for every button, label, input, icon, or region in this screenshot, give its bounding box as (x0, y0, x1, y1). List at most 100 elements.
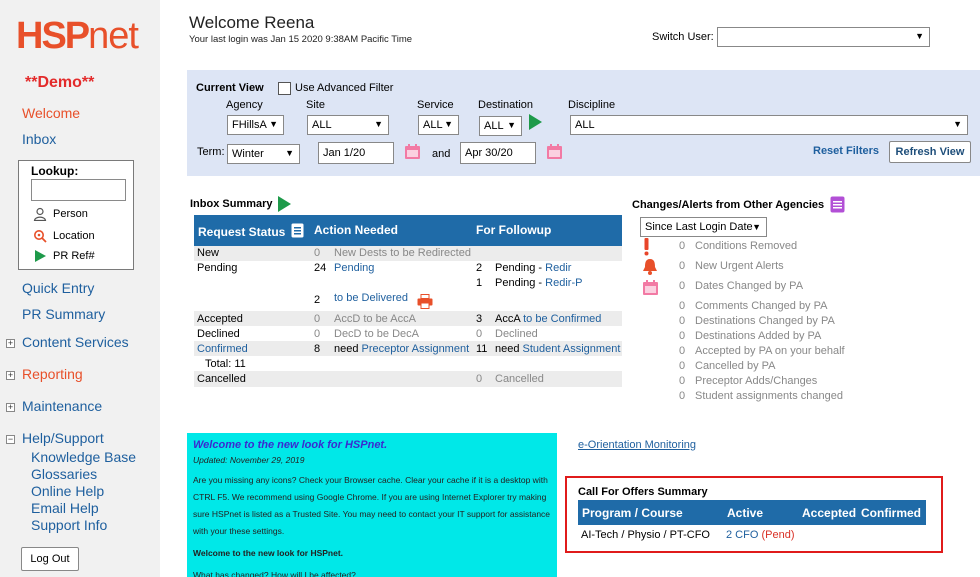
nav-quick-entry[interactable]: Quick Entry (22, 280, 94, 296)
lookup-pr-ref-label: PR Ref# (53, 250, 95, 262)
start-date-input[interactable]: Jan 1/20 (318, 142, 394, 164)
expand-icon[interactable]: + (6, 403, 15, 412)
followup-text: Pending - Redir (495, 262, 572, 274)
nav-knowledge-base[interactable]: Knowledge Base (31, 449, 136, 465)
action-text: New Dests to be Redirected (334, 247, 471, 259)
expand-icon[interactable]: + (6, 371, 15, 380)
to-be-delivered-link[interactable]: to be Delivered (334, 292, 408, 304)
refresh-view-button[interactable]: Refresh View (889, 141, 971, 163)
redir-link[interactable]: Redir (545, 262, 571, 274)
alert-item[interactable]: 0 Preceptor Adds/Changes (679, 375, 817, 387)
lookup-panel: Lookup: Person Location PR Ref# (18, 160, 134, 270)
reset-filters-link[interactable]: Reset Filters (813, 145, 879, 157)
nav-online-help[interactable]: Online Help (31, 483, 104, 499)
lookup-person[interactable]: Person (33, 207, 88, 221)
exclamation-icon (644, 238, 649, 256)
calendar-icon[interactable] (404, 143, 421, 160)
site-label: Site (306, 99, 325, 111)
play-arrow-icon[interactable] (277, 196, 292, 212)
nav-content-services[interactable]: Content Services (22, 334, 129, 350)
pending-link[interactable]: Pending (334, 262, 374, 274)
table-row-bg (194, 371, 622, 387)
alert-item[interactable]: 0 Dates Changed by PA (679, 280, 803, 292)
status-declined: Declined (197, 328, 240, 340)
switch-user-select[interactable]: ▼ (717, 27, 930, 47)
term-select[interactable]: Winter ▼ (227, 144, 300, 164)
status-cancelled: Cancelled (197, 373, 246, 385)
action-needed-header: Action Needed (314, 223, 399, 237)
and-label: and (432, 148, 451, 160)
alert-item[interactable]: 0 Cancelled by PA (679, 360, 776, 372)
end-date-input[interactable]: Apr 30/20 (460, 142, 536, 164)
service-select[interactable]: ALL ▼ (418, 115, 459, 135)
nav-glossaries[interactable]: Glossaries (31, 466, 97, 482)
call-for-offers-panel: Call For Offers Summary Program / Course… (565, 476, 943, 553)
nav-support-info[interactable]: Support Info (31, 517, 107, 533)
count: 2 (476, 262, 483, 274)
count: 0 (314, 328, 321, 340)
alert-item[interactable]: 0 Accepted by PA on your behalf (679, 345, 845, 357)
redir-p-link[interactable]: Redir-P (545, 277, 582, 289)
program-course-header: Program / Course (582, 506, 683, 520)
cfo-pend: (Pend) (761, 529, 795, 541)
lookup-title: Lookup: (31, 164, 79, 178)
nav-maintenance[interactable]: Maintenance (22, 398, 102, 414)
agency-label: Agency (226, 99, 263, 111)
collapse-icon[interactable]: − (6, 435, 15, 444)
printer-icon[interactable] (417, 294, 433, 309)
site-select[interactable]: ALL ▼ (307, 115, 389, 135)
alert-item[interactable]: 0 Conditions Removed (679, 240, 797, 252)
lookup-location[interactable]: Location (33, 229, 95, 243)
alert-item[interactable]: 0 Comments Changed by PA (679, 300, 827, 312)
count: 0 (314, 313, 321, 325)
welcome-heading: Welcome Reena (189, 13, 315, 32)
sidebar: HSPnet **Demo** Welcome Inbox Lookup: Pe… (0, 0, 160, 577)
cfo-program: AI-Tech / Physio / PT-CFO (581, 529, 710, 541)
discipline-label: Discipline (568, 99, 616, 111)
to-be-confirmed-link[interactable]: to be Confirmed (523, 313, 601, 325)
news-body: Are you missing any icons? Check your Br… (193, 475, 551, 536)
lookup-pr-ref[interactable]: PR Ref# (33, 249, 95, 263)
nav-welcome[interactable]: Welcome (22, 105, 80, 121)
discipline-select[interactable]: ALL ▼ (570, 115, 968, 135)
active-header: Active (727, 506, 764, 520)
document-icon[interactable] (291, 223, 304, 238)
lookup-location-label: Location (53, 230, 95, 242)
logout-button[interactable]: Log Out (21, 547, 79, 571)
eorientation-link[interactable]: e-Orientation Monitoring (578, 439, 696, 451)
status-new: New (197, 247, 220, 259)
play-arrow-icon (35, 250, 46, 262)
demo-label: **Demo** (25, 74, 95, 91)
advanced-filter-checkbox[interactable] (278, 82, 291, 95)
student-assignment-link[interactable]: Student Assignment (523, 343, 621, 355)
agency-select[interactable]: FHillsA ▼ (227, 115, 284, 135)
destination-select[interactable]: ALL ▼ (479, 116, 522, 136)
go-arrow-icon[interactable] (527, 113, 543, 131)
count: 0 (476, 373, 483, 385)
lookup-input[interactable] (31, 179, 126, 201)
status-confirmed-link[interactable]: Confirmed (197, 343, 248, 355)
document-icon[interactable] (830, 196, 845, 213)
alert-item[interactable]: 0 Student assignments changed (679, 390, 843, 402)
alerts-period-select[interactable]: Since Last Login Date ▼ (640, 217, 767, 237)
alert-item[interactable]: 0 Destinations Changed by PA (679, 315, 835, 327)
nav-reporting[interactable]: Reporting (22, 366, 83, 382)
nav-help-support[interactable]: Help/Support (22, 430, 104, 446)
preceptor-assignment-link[interactable]: Preceptor Assignment (362, 343, 470, 355)
hspnet-logo[interactable]: HSPnet (16, 14, 139, 58)
alert-item[interactable]: 0 Destinations Added by PA (679, 330, 821, 342)
bell-icon (643, 259, 657, 275)
nav-inbox[interactable]: Inbox (22, 131, 56, 147)
location-search-icon (34, 230, 47, 243)
inbox-table-header: Request Status Action Needed For Followu… (194, 215, 622, 246)
alert-item[interactable]: 0 New Urgent Alerts (679, 260, 784, 272)
calendar-icon[interactable] (546, 143, 563, 160)
news-panel: Welcome to the new look for HSPnet. Upda… (187, 433, 557, 577)
service-label: Service (417, 99, 454, 111)
cfo-active-link[interactable]: 2 CFO (726, 529, 758, 541)
nav-pr-summary[interactable]: PR Summary (22, 306, 105, 322)
accepted-header: Accepted (802, 506, 857, 520)
nav-email-help[interactable]: Email Help (31, 500, 99, 516)
count: 1 (476, 277, 483, 289)
expand-icon[interactable]: + (6, 339, 15, 348)
